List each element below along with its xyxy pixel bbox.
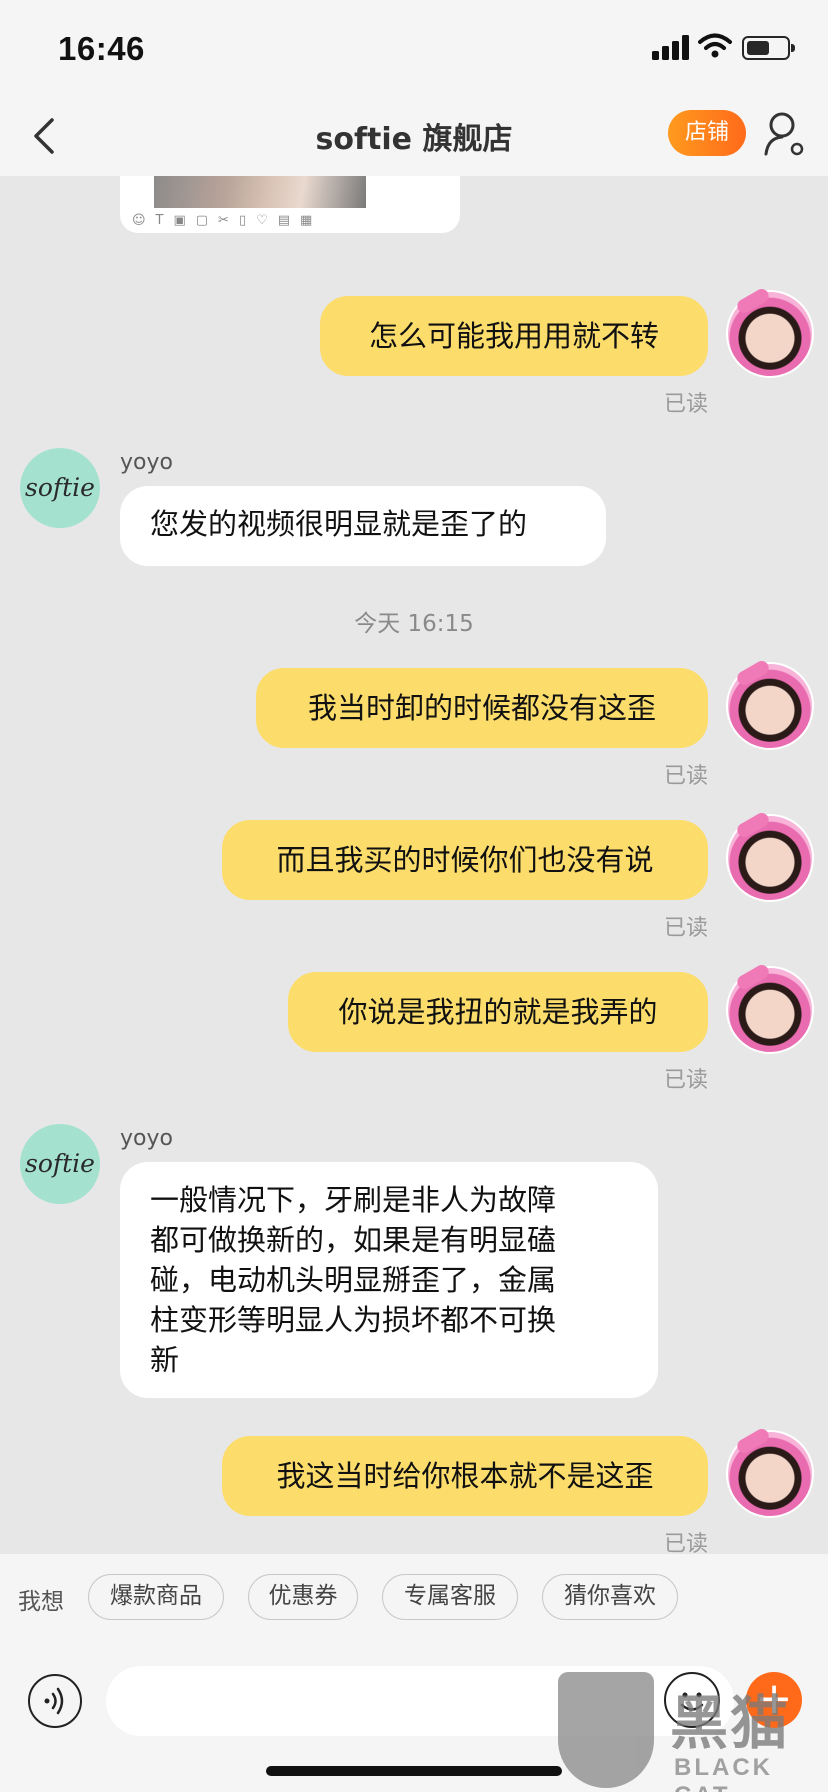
watermark-shield-icon: [558, 1672, 654, 1788]
read-receipt: 已读: [663, 1532, 708, 1554]
voice-icon[interactable]: [28, 1674, 82, 1728]
read-receipt: 已读: [663, 764, 708, 789]
watermark-text: 黑猫: [670, 1689, 791, 1757]
watermark: 黑猫 BLACK CAT: [556, 1672, 828, 1792]
chat-timestamp: 今天 16:15: [354, 611, 474, 637]
quick-reply-recommendations[interactable]: 猜你喜欢: [542, 1574, 678, 1620]
quick-reply-label: 我想: [18, 1589, 64, 1615]
quick-reply-coupons[interactable]: 优惠券: [248, 1574, 358, 1620]
my-avatar[interactable]: [726, 1430, 814, 1518]
wifi-icon: [698, 33, 732, 58]
image-message[interactable]: ☺T▣▢✂▯♡▤▦: [120, 176, 460, 233]
my-avatar[interactable]: [726, 662, 814, 750]
message-line: 一般情况下，牙刷是非人为故障: [150, 1183, 557, 1217]
shop-avatar[interactable]: softie: [20, 448, 100, 528]
status-time: 16:46: [58, 30, 145, 67]
chat-area[interactable]: ☺T▣▢✂▯♡▤▦ 怎么可能我用用就不转 已读 softie yoyo 您发的视…: [0, 176, 828, 1554]
user-settings-icon[interactable]: [764, 108, 808, 160]
read-receipt: 已读: [663, 392, 708, 417]
my-message-bubble[interactable]: 你说是我扭的就是我弄的: [288, 972, 708, 1052]
their-message-bubble[interactable]: 您发的视频很明显就是歪了的: [120, 486, 606, 566]
my-message-bubble[interactable]: 而且我买的时候你们也没有说: [222, 820, 708, 900]
watermark-subtext: BLACK CAT: [674, 1754, 773, 1792]
image-toolbar: ☺T▣▢✂▯♡▤▦: [132, 213, 323, 228]
my-message-bubble[interactable]: 我当时卸的时候都没有这歪: [256, 668, 708, 748]
my-avatar[interactable]: [726, 290, 814, 378]
signal-icon: [652, 34, 692, 60]
sender-name: yoyo: [120, 450, 173, 475]
their-message-bubble[interactable]: 一般情况下，牙刷是非人为故障 都可做换新的，如果是有明显磕 碰，电动机头明显掰歪…: [120, 1162, 658, 1398]
my-avatar[interactable]: [726, 966, 814, 1054]
nav-bar: softie 旗舰店 店铺: [0, 96, 828, 176]
battery-icon: [742, 36, 795, 60]
my-message-bubble[interactable]: 怎么可能我用用就不转: [320, 296, 708, 376]
read-receipt: 已读: [663, 916, 708, 941]
sender-name: yoyo: [120, 1126, 173, 1151]
quick-reply-hot-products[interactable]: 爆款商品: [88, 1574, 224, 1620]
my-avatar[interactable]: [726, 814, 814, 902]
quick-reply-bar: 我想 爆款商品 优惠券 专属客服 猜你喜欢: [0, 1554, 828, 1640]
image-thumbnail: [154, 176, 366, 208]
quick-reply-customer-service[interactable]: 专属客服: [382, 1574, 518, 1620]
message-line: 柱变形等明显人为损坏都不可换: [150, 1303, 557, 1337]
home-indicator: [266, 1766, 562, 1776]
message-line: 新: [150, 1343, 180, 1377]
store-button[interactable]: 店铺: [668, 110, 746, 156]
message-line: 碰，电动机头明显掰歪了，金属: [150, 1263, 557, 1297]
read-receipt: 已读: [663, 1068, 708, 1093]
status-bar: 16:46: [0, 0, 828, 96]
message-line: 都可做换新的，如果是有明显磕: [150, 1223, 557, 1257]
shop-avatar[interactable]: softie: [20, 1124, 100, 1204]
my-message-bubble[interactable]: 我这当时给你根本就不是这歪: [222, 1436, 708, 1516]
